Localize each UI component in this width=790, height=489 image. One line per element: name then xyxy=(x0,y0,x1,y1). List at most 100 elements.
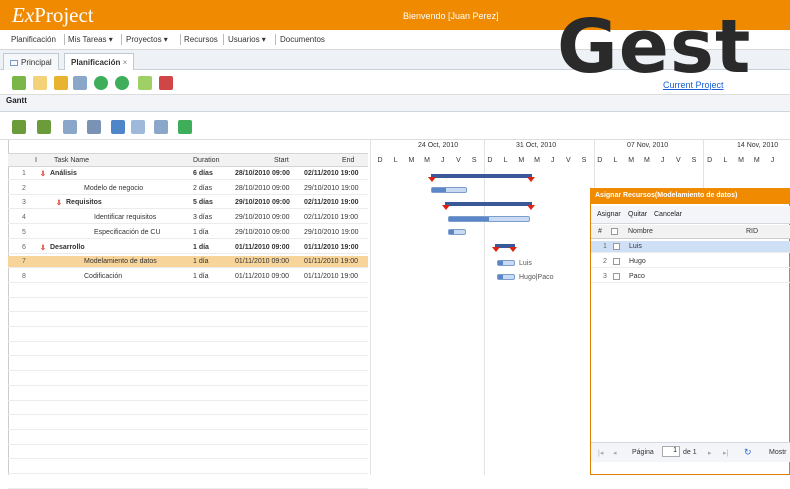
col-index[interactable]: I xyxy=(35,157,37,164)
print-icon[interactable] xyxy=(73,76,87,90)
col-duration[interactable]: Duration xyxy=(193,157,219,164)
collapse-arrow-icon[interactable]: ⇩ xyxy=(40,170,46,178)
page-count: de 1 xyxy=(683,449,697,456)
refresh-icon[interactable]: ↻ xyxy=(744,447,752,458)
remove-button[interactable]: Quitar xyxy=(628,211,647,218)
col-nombre[interactable]: Nombre xyxy=(628,228,653,235)
empty-row xyxy=(8,447,368,460)
forward-icon[interactable] xyxy=(115,76,129,90)
empty-row xyxy=(8,344,368,357)
table-row[interactable]: 7 Modelamiento de datos 1 día 01/11/2010 09… xyxy=(8,256,368,269)
menu-proyectos[interactable]: Proyectos ▾ xyxy=(126,35,168,44)
cancel-button[interactable]: Cancelar xyxy=(654,211,682,218)
page-input[interactable]: 1 xyxy=(662,446,680,457)
menu-mis-tareas[interactable]: Mis Tareas ▾ xyxy=(68,35,113,44)
menu-planificacion[interactable]: Planificación xyxy=(11,35,56,44)
upload-icon[interactable] xyxy=(178,120,192,134)
row-checkbox[interactable] xyxy=(613,273,620,280)
summary-bar-analisis[interactable] xyxy=(431,174,532,178)
outdent-icon[interactable] xyxy=(37,120,51,134)
summary-start-marker xyxy=(442,205,450,210)
resource-row[interactable]: 2 Hugo xyxy=(591,256,790,268)
col-end[interactable]: End xyxy=(342,157,354,164)
resource-label: Hugo|Paco xyxy=(519,274,554,281)
week-divider xyxy=(370,140,371,475)
empty-row xyxy=(8,374,368,386)
col-start[interactable]: Start xyxy=(274,157,289,164)
menu-documentos[interactable]: Documentos xyxy=(280,35,325,44)
menu-usuarios[interactable]: Usuarios ▾ xyxy=(228,35,266,44)
select-all-checkbox[interactable] xyxy=(611,228,618,235)
row-number: 2 xyxy=(22,184,26,192)
task-end: 02/11/2010 19:00 xyxy=(304,170,359,177)
tab-principal[interactable]: Principal xyxy=(3,53,59,70)
dialog-pager: |◂ ◂ Página de 1 ▸ ▸| ↻ Mostr xyxy=(591,442,790,462)
task-end: 29/10/2010 19:00 xyxy=(304,184,359,192)
prev-page-icon[interactable]: ◂ xyxy=(613,449,617,457)
col-rid[interactable]: RID xyxy=(746,228,758,235)
menu-separator xyxy=(223,34,224,45)
task-start: 01/11/2010 09:00 xyxy=(235,272,289,280)
tab-planificacion[interactable]: Planificación × xyxy=(64,53,135,70)
task-progress xyxy=(498,275,503,279)
back-icon[interactable] xyxy=(94,76,108,90)
task-bar-especificacion-cu[interactable] xyxy=(448,229,466,235)
day-label: J xyxy=(660,157,665,164)
empty-row xyxy=(8,433,368,445)
unlink-icon[interactable] xyxy=(87,120,101,134)
row-number: 3 xyxy=(603,273,607,280)
grid-header: I Task Name Duration Start End xyxy=(8,153,368,167)
table-row[interactable]: 4 Identificar requisitos 3 días 29/10/2010 … xyxy=(8,212,368,225)
first-page-icon[interactable]: |◂ xyxy=(598,449,603,457)
task-bar-modelamiento[interactable] xyxy=(497,260,515,266)
col-task-name[interactable]: Task Name xyxy=(54,157,89,164)
task-start: 01/11/2010 09:00 xyxy=(235,258,289,266)
tools-icon[interactable] xyxy=(159,76,173,90)
empty-row xyxy=(8,403,368,416)
properties-icon[interactable] xyxy=(131,120,145,134)
new-project-icon[interactable] xyxy=(12,76,26,90)
empty-row xyxy=(8,300,368,313)
task-start: 29/10/2010 09:00 xyxy=(235,199,290,207)
table-row[interactable]: 8 Codificación 1 día 01/11/2010 09:00 01/11/… xyxy=(8,271,368,283)
day-label: M xyxy=(643,157,650,164)
menu-recursos[interactable]: Recursos xyxy=(184,35,218,44)
resource-row[interactable]: 1 Luis xyxy=(591,241,790,253)
table-row[interactable]: 2 Modelo de negocio 2 días 28/10/2010 09:00… xyxy=(8,183,368,195)
tab-close-icon[interactable]: × xyxy=(123,58,128,67)
next-page-icon[interactable]: ▸ xyxy=(708,449,712,457)
task-end: 02/11/2010 19:00 xyxy=(304,199,359,207)
table-row[interactable]: 6 ⇩ Desarrollo 1 día 01/11/2010 09:00 01/11/2… xyxy=(8,242,368,254)
link-icon[interactable] xyxy=(63,120,77,134)
row-number: 6 xyxy=(22,243,26,251)
resource-name: Luis xyxy=(629,243,642,250)
tab-gantt[interactable]: Gantt xyxy=(6,96,27,105)
table-row[interactable]: 3 ⇩ Requisitos 5 días 29/10/2010 09:00 02/11/… xyxy=(8,197,368,210)
task-bar-modelo-negocio[interactable] xyxy=(431,187,467,193)
last-page-icon[interactable]: ▸| xyxy=(723,449,728,457)
row-checkbox[interactable] xyxy=(613,243,620,250)
calendar-icon[interactable] xyxy=(154,120,168,134)
task-duration: 1 día xyxy=(193,272,209,280)
resource-row[interactable]: 3 Paco xyxy=(591,271,790,283)
assign-button[interactable]: Asignar xyxy=(597,211,621,218)
summary-bar-requisitos[interactable] xyxy=(445,202,532,206)
day-label: M xyxy=(518,157,525,164)
day-label: M xyxy=(738,157,745,164)
task-bar-codificacion[interactable] xyxy=(497,274,515,280)
table-row[interactable]: 5 Especificación de CU 1 día 29/10/2010 09:… xyxy=(8,227,368,239)
indent-icon[interactable] xyxy=(12,120,26,134)
task-bar-identificar-requisitos[interactable] xyxy=(448,216,530,222)
open-folder-icon[interactable] xyxy=(33,76,47,90)
collapse-arrow-icon[interactable]: ⇩ xyxy=(40,244,46,252)
day-label: D xyxy=(597,157,603,164)
export-icon[interactable] xyxy=(138,76,152,90)
day-label: L xyxy=(393,157,398,164)
collapse-arrow-icon[interactable]: ⇩ xyxy=(56,199,62,207)
assign-resource-icon[interactable] xyxy=(111,120,125,134)
week-label: 14 Nov, 2010 xyxy=(737,142,779,149)
save-icon[interactable] xyxy=(54,76,68,90)
table-row[interactable]: 1 ⇩ Análisis 6 días 28/10/2010 09:00 02/11/20… xyxy=(8,168,368,180)
row-checkbox[interactable] xyxy=(613,258,620,265)
task-progress xyxy=(449,217,489,221)
